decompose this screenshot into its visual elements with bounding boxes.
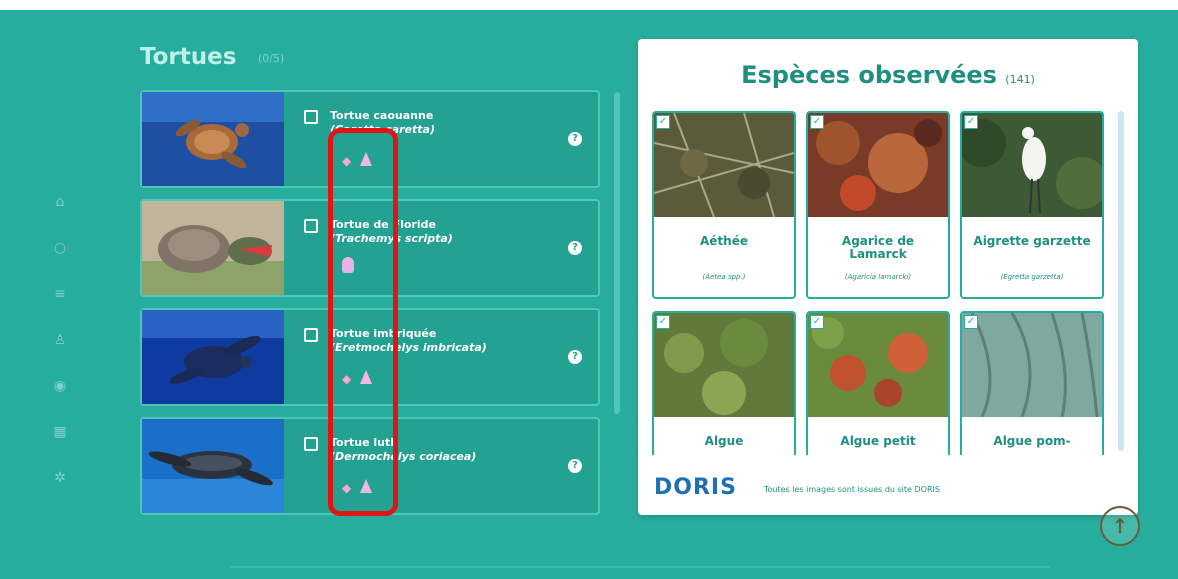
highlight-box: [328, 128, 398, 516]
species-card[interactable]: ✓ Aéthée (Aetea spp.): [652, 111, 796, 299]
species-checkbox[interactable]: ✓: [810, 115, 824, 129]
species-checkbox[interactable]: ✓: [656, 115, 670, 129]
grid-icon[interactable]: ▦: [52, 424, 68, 440]
section-count: (0/5): [258, 52, 285, 65]
species-scientific-name: (Egretta garzetta): [1000, 273, 1064, 281]
info-icon[interactable]: ?: [568, 241, 582, 255]
top-frame: [0, 0, 1178, 10]
turtle-checkbox[interactable]: [304, 328, 318, 342]
species-card[interactable]: ✓ Aigrette garzette (Egretta garzetta): [960, 111, 1104, 299]
species-photo: [654, 113, 794, 218]
turtle-name: Tortue caouanne: [330, 109, 434, 122]
species-name: Aigrette garzette: [973, 234, 1091, 248]
menu-icon[interactable]: ≡: [52, 286, 68, 302]
eye-icon[interactable]: ◉: [52, 378, 68, 394]
species-scientific-name: (Agaricia lamarcki): [844, 273, 912, 281]
species-name: Agarice de Lamarck: [841, 234, 915, 261]
species-checkbox[interactable]: ✓: [810, 315, 824, 329]
info-icon[interactable]: ?: [568, 459, 582, 473]
turtle-checkbox[interactable]: [304, 437, 318, 451]
species-photo: [808, 313, 948, 417]
species-card[interactable]: ✓ Algue petit: [806, 311, 950, 455]
species-checkbox[interactable]: ✓: [964, 115, 978, 129]
species-card[interactable]: ✓ Algue: [652, 311, 796, 455]
species-name: Algue petit: [840, 434, 916, 448]
species-checkbox[interactable]: ✓: [964, 315, 978, 329]
info-icon[interactable]: ?: [568, 132, 582, 146]
species-panel-title: Espèces observées (141): [638, 61, 1138, 89]
turtle-photo: [142, 201, 284, 295]
species-name: Algue: [704, 434, 744, 448]
species-name: Algue pom-: [993, 434, 1071, 448]
species-scrollbar[interactable]: [1118, 111, 1124, 451]
credit-text: Toutes les images sont issues du site DO…: [764, 485, 940, 494]
species-card[interactable]: ✓ Algue pom-: [960, 311, 1104, 455]
user-icon[interactable]: ♙: [52, 332, 68, 348]
species-title-text: Espèces observées: [741, 61, 997, 89]
species-checkbox[interactable]: ✓: [656, 315, 670, 329]
home-icon[interactable]: ⌂: [52, 194, 68, 210]
list-scrollbar[interactable]: [614, 92, 620, 414]
turtle-photo: [142, 419, 284, 513]
scroll-top-button[interactable]: ↑: [1100, 506, 1140, 546]
side-nav: ⌂ ○ ≡ ♙ ◉ ▦ ✲: [46, 180, 76, 570]
species-photo: [654, 313, 794, 417]
settings-icon[interactable]: ✲: [52, 470, 68, 486]
species-photo: [808, 113, 948, 217]
turtle-photo: [142, 92, 284, 186]
species-panel: Espèces observées (141) ✓ Aéthée (Aetea …: [638, 39, 1138, 515]
species-scientific-name: (Aetea spp.): [702, 273, 746, 281]
doris-logo[interactable]: DORIS: [654, 475, 737, 500]
turtle-checkbox[interactable]: [304, 110, 318, 124]
bottom-divider: [230, 566, 1050, 568]
info-icon[interactable]: ?: [568, 350, 582, 364]
species-photo: [962, 113, 1102, 217]
turtle-photo: [142, 310, 284, 404]
section-title: Tortues: [140, 44, 237, 70]
species-name: Aéthée: [700, 234, 748, 248]
species-photo: [962, 313, 1102, 418]
species-card[interactable]: ✓ Agarice de Lamarck (Agaricia lamarcki): [806, 111, 950, 299]
search-icon[interactable]: ○: [52, 240, 68, 256]
species-count: (141): [1005, 73, 1035, 86]
turtle-checkbox[interactable]: [304, 219, 318, 233]
species-grid: ✓ Aéthée (Aetea spp.) ✓ Agarice de Lamar…: [652, 111, 1108, 455]
